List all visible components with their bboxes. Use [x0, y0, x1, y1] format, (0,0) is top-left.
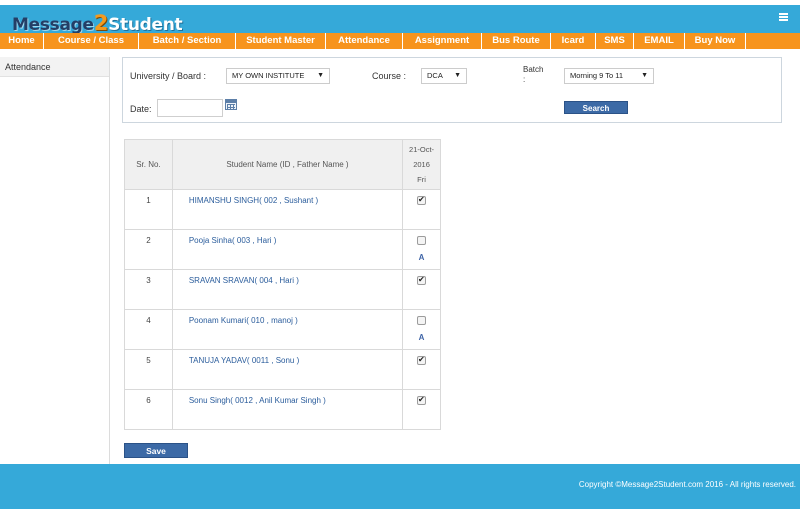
- batch-value: Morning 9 To 11: [570, 71, 624, 80]
- row-attendance: [402, 389, 441, 430]
- row-student-name: Pooja Sinha( 003 , Hari ): [171, 229, 404, 270]
- row-sr: 2: [124, 229, 173, 270]
- search-button[interactable]: Search: [564, 101, 628, 114]
- logo-part-3: Student: [108, 15, 183, 35]
- absent-mark: A: [418, 253, 425, 262]
- sidebar: Attendance: [0, 57, 110, 464]
- nav-student-master[interactable]: Student Master: [236, 33, 326, 49]
- hamburger-icon[interactable]: [779, 13, 788, 21]
- row-attendance: [402, 269, 441, 310]
- save-button[interactable]: Save: [124, 443, 188, 458]
- sidebar-item-attendance[interactable]: Attendance: [0, 57, 109, 77]
- row-student-name: SRAVAN SRAVAN( 004 , Hari ): [171, 269, 404, 310]
- date-input[interactable]: [157, 99, 223, 117]
- university-value: MY OWN INSTITUTE: [232, 71, 305, 80]
- row-attendance: [402, 349, 441, 390]
- university-label: University / Board :: [130, 71, 207, 81]
- attendance-checkbox[interactable]: [417, 236, 427, 245]
- dropdown-caret-icon: ▼: [454, 72, 461, 79]
- row-sr: 3: [124, 269, 173, 310]
- nav-course-class[interactable]: Course / Class: [44, 33, 139, 49]
- nav-email[interactable]: EMAIL: [634, 33, 685, 49]
- row-attendance: [402, 189, 441, 230]
- nav-assignment[interactable]: Assignment: [403, 33, 482, 49]
- row-sr: 1: [124, 189, 173, 230]
- batch-label: Batch :: [523, 65, 544, 84]
- nav-bus-route[interactable]: Bus Route: [482, 33, 551, 49]
- attendance-checkbox[interactable]: [417, 355, 427, 365]
- table-row: 1 HIMANSHU SINGH( 002 , Sushant ): [124, 189, 441, 230]
- row-student-name: Poonam Kumari( 010 , manoj ): [171, 309, 404, 350]
- row-sr: 4: [124, 309, 173, 350]
- row-sr: 5: [124, 349, 173, 390]
- course-value: DCA: [427, 71, 443, 80]
- absent-mark: A: [418, 333, 425, 342]
- attendance-checkbox[interactable]: [417, 316, 427, 325]
- row-student-name: HIMANSHU SINGH( 002 , Sushant ): [171, 189, 404, 230]
- table-row: 3 SRAVAN SRAVAN( 004 , Hari ): [124, 269, 441, 310]
- attendance-checkbox[interactable]: [417, 195, 427, 205]
- footer: Copyright ©Message2Student.com 2016 - Al…: [0, 464, 800, 509]
- col-date: 21-Oct- 2016 Fri: [402, 139, 441, 190]
- nav-sms[interactable]: SMS: [596, 33, 634, 49]
- course-label: Course :: [372, 71, 407, 81]
- logo-part-1: Message: [12, 15, 94, 35]
- nav-icard[interactable]: Icard: [551, 33, 596, 49]
- course-select[interactable]: DCA ▼: [421, 68, 467, 84]
- row-sr: 6: [124, 389, 173, 430]
- col-student-name: Student Name (ID , Father Name ): [171, 139, 404, 190]
- logo[interactable]: Message2Student: [12, 11, 183, 35]
- table-row: 5 TANUJA YADAV( 0011 , Sonu ): [124, 349, 441, 390]
- filter-panel: University / Board : MY OWN INSTITUTE ▼ C…: [122, 57, 782, 123]
- nav-attendance[interactable]: Attendance: [326, 33, 403, 49]
- page: Message2Student Home Course / Class Batc…: [0, 0, 800, 509]
- nav-batch-section[interactable]: Batch / Section: [139, 33, 236, 49]
- calendar-icon[interactable]: [225, 99, 237, 110]
- table-row: 2 Pooja Sinha( 003 , Hari ) A: [124, 229, 441, 270]
- row-student-name: TANUJA YADAV( 0011 , Sonu ): [171, 349, 404, 390]
- nav-home[interactable]: Home: [0, 33, 44, 49]
- nav-buy-now[interactable]: Buy Now: [685, 33, 746, 49]
- copyright-text: Copyright ©Message2Student.com 2016 - Al…: [578, 480, 796, 489]
- row-attendance: A: [402, 309, 441, 350]
- batch-select[interactable]: Morning 9 To 11 ▼: [564, 68, 654, 84]
- university-select[interactable]: MY OWN INSTITUTE ▼: [226, 68, 330, 84]
- dropdown-caret-icon: ▼: [317, 72, 324, 79]
- date-label: Date:: [130, 104, 152, 114]
- table-header-row: Sr. No. Student Name (ID , Father Name )…: [124, 139, 441, 190]
- attendance-checkbox[interactable]: [417, 275, 427, 285]
- main-nav: Home Course / Class Batch / Section Stud…: [0, 33, 800, 49]
- attendance-checkbox[interactable]: [417, 395, 427, 405]
- logo-part-2: 2: [93, 11, 109, 35]
- dropdown-caret-icon: ▼: [641, 72, 648, 79]
- attendance-table: Sr. No. Student Name (ID , Father Name )…: [124, 139, 441, 430]
- col-sr-no: Sr. No.: [124, 139, 173, 190]
- row-attendance: A: [402, 229, 441, 270]
- row-student-name: Sonu Singh( 0012 , Anil Kumar Singh ): [171, 389, 404, 430]
- table-row: 4 Poonam Kumari( 010 , manoj ) A: [124, 309, 441, 350]
- table-row: 6 Sonu Singh( 0012 , Anil Kumar Singh ): [124, 389, 441, 430]
- header-bar: Message2Student: [0, 5, 800, 35]
